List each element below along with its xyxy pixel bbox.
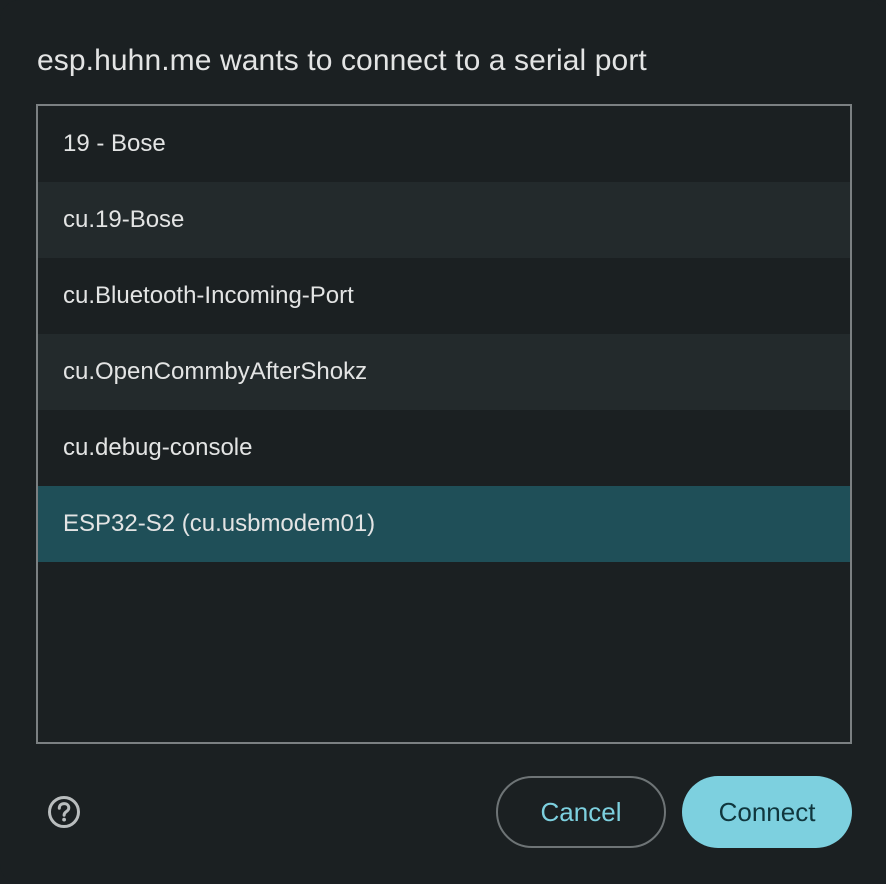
port-item-selected[interactable]: ESP32-S2 (cu.usbmodem01) <box>38 486 850 562</box>
serial-port-dialog: esp.huhn.me wants to connect to a serial… <box>0 0 886 884</box>
port-label: cu.debug-console <box>63 434 253 461</box>
dialog-footer: Cancel Connect <box>0 776 886 848</box>
help-circle-icon[interactable] <box>47 795 81 829</box>
port-item[interactable]: cu.Bluetooth-Incoming-Port <box>38 258 850 334</box>
port-label: cu.Bluetooth-Incoming-Port <box>63 282 354 309</box>
port-item[interactable]: cu.19-Bose <box>38 182 850 258</box>
port-list[interactable]: 19 - Bose cu.19-Bose cu.Bluetooth-Incomi… <box>36 104 852 744</box>
connect-button[interactable]: Connect <box>682 776 852 848</box>
port-label: cu.OpenCommbyAfterShokz <box>63 358 368 385</box>
port-item[interactable]: cu.OpenCommbyAfterShokz <box>38 334 850 410</box>
dialog-title: esp.huhn.me wants to connect to a serial… <box>37 44 647 77</box>
cancel-button[interactable]: Cancel <box>496 776 666 848</box>
port-item[interactable]: cu.debug-console <box>38 410 850 486</box>
port-label: cu.19-Bose <box>63 206 185 233</box>
port-label: ESP32-S2 (cu.usbmodem01) <box>63 510 376 537</box>
port-item[interactable]: 19 - Bose <box>38 106 850 182</box>
port-label: 19 - Bose <box>63 130 166 157</box>
